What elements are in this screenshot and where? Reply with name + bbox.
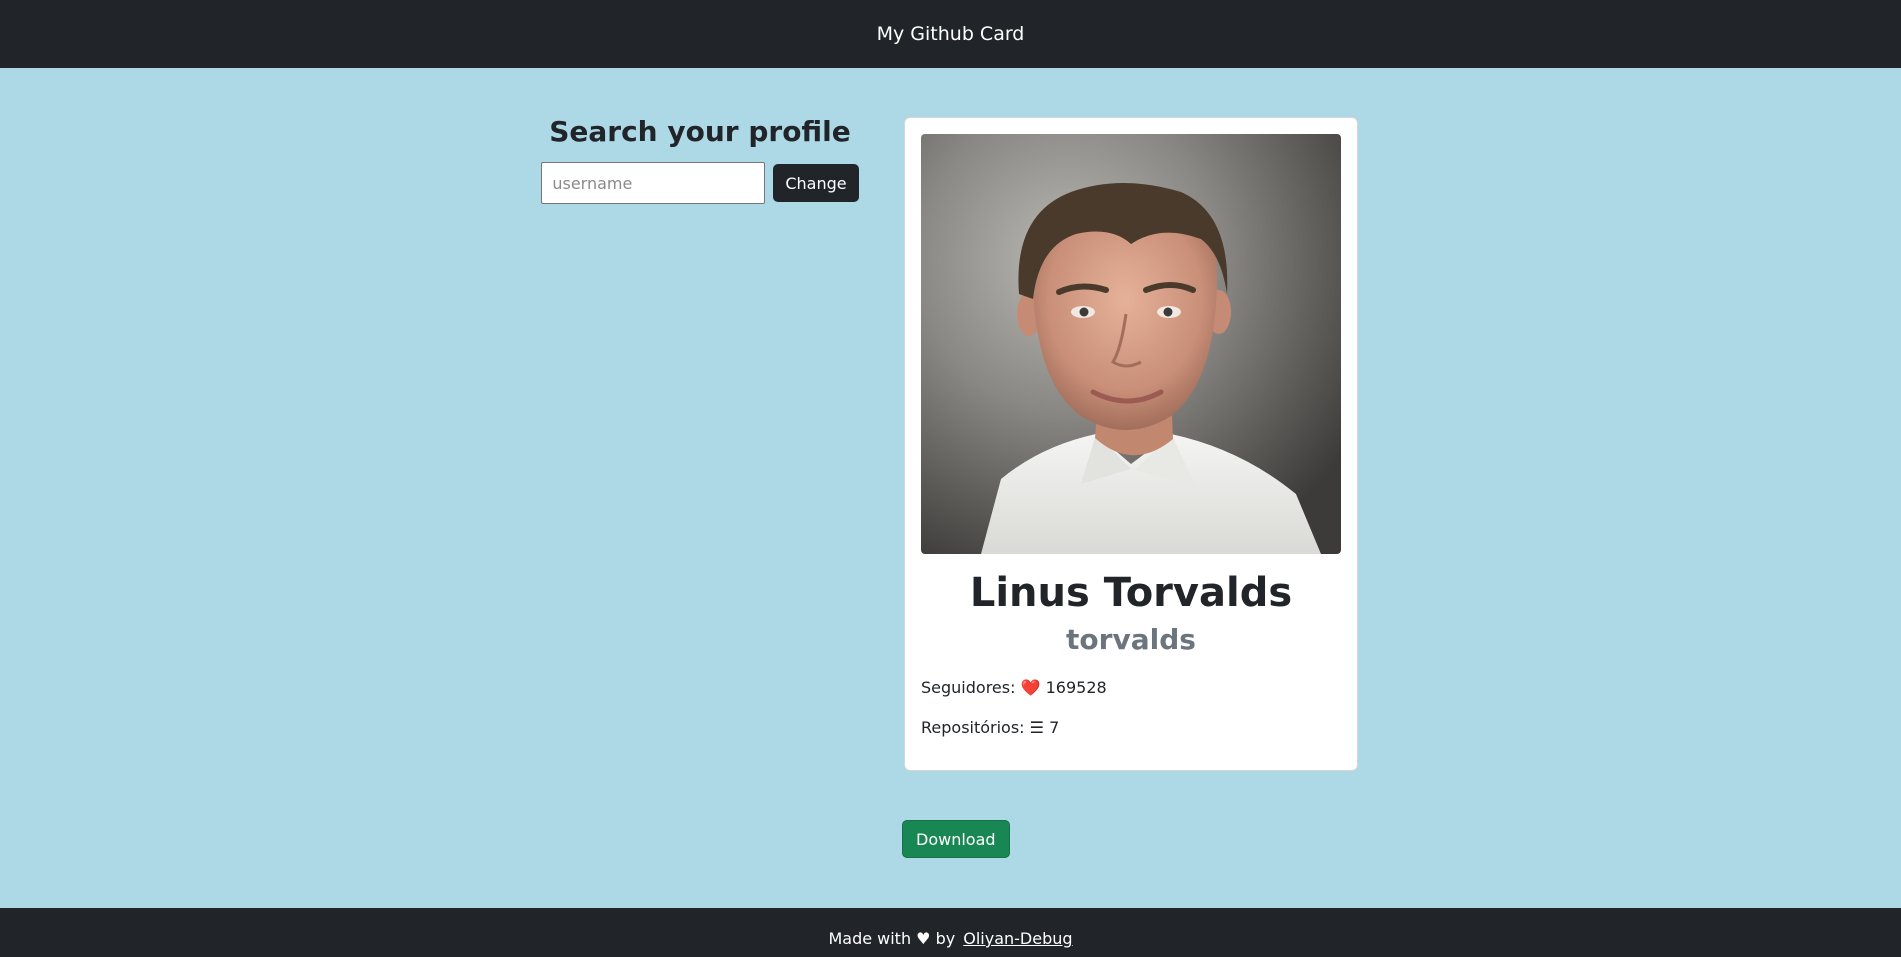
- repos-label: Repositórios:: [921, 718, 1025, 737]
- username-input[interactable]: [541, 162, 766, 204]
- search-title: Search your profile: [549, 115, 851, 148]
- header-title: My Github Card: [876, 23, 1025, 45]
- profile-name: Linus Torvalds: [969, 570, 1293, 616]
- change-button[interactable]: Change: [773, 164, 859, 202]
- download-button[interactable]: Download: [902, 820, 1010, 858]
- followers-label: Seguidores:: [921, 678, 1016, 697]
- repos-count: 7: [1049, 718, 1060, 737]
- followers-stat: Seguidores: ❤️ 169528: [921, 678, 1341, 698]
- author-link[interactable]: Oliyan-Debug: [963, 929, 1072, 948]
- github-card: Linus Torvalds torvalds Seguidores: ❤️ 1…: [904, 117, 1358, 771]
- site-footer: Made with ♥ by Oliyan-Debug: [0, 908, 1901, 957]
- profile-login: torvalds: [1066, 623, 1196, 656]
- search-row: Change: [540, 162, 860, 204]
- avatar: [921, 134, 1341, 554]
- search-section: Search your profile Change: [540, 112, 860, 204]
- footer-text: Made with ♥ by: [828, 929, 956, 948]
- heart-icon: ❤️: [1020, 678, 1041, 697]
- site-header: My Github Card: [0, 0, 1901, 68]
- followers-count: 169528: [1045, 678, 1107, 697]
- list-icon: ☰: [1029, 718, 1045, 737]
- repos-stat: Repositórios: ☰ 7: [921, 718, 1341, 738]
